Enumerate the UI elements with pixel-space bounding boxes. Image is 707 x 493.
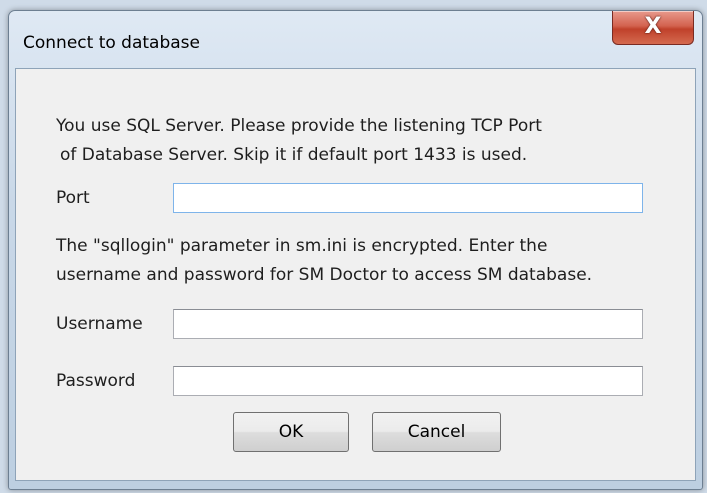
- encrypted-text-line2: username and password for SM Doctor to a…: [56, 265, 593, 285]
- window-title: Connect to database: [23, 33, 200, 53]
- intro-text-line2: of Database Server. Skip it if default p…: [60, 145, 528, 165]
- password-label: Password: [56, 371, 136, 391]
- dialog-body: You use SQL Server. Please provide the l…: [15, 68, 696, 481]
- ok-button[interactable]: OK: [233, 412, 349, 452]
- intro-text-line1: You use SQL Server. Please provide the l…: [56, 116, 542, 136]
- port-input[interactable]: [173, 183, 643, 213]
- encrypted-text-line1: The "sqllogin" parameter in sm.ini is en…: [56, 236, 548, 256]
- password-input[interactable]: [173, 366, 643, 396]
- username-label: Username: [56, 314, 143, 334]
- close-button[interactable]: X: [612, 11, 694, 45]
- dialog-window: Connect to database X You use SQL Server…: [8, 10, 703, 490]
- close-icon: X: [644, 14, 662, 39]
- title-bar[interactable]: Connect to database X: [9, 11, 702, 69]
- username-input[interactable]: [173, 309, 643, 339]
- port-label: Port: [56, 188, 90, 208]
- cancel-button[interactable]: Cancel: [372, 412, 501, 452]
